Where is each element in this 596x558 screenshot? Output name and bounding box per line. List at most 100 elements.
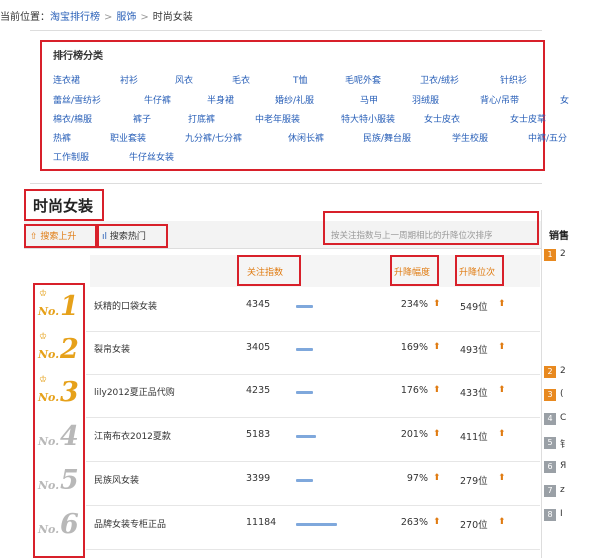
category-link[interactable]: 半身裙 <box>207 93 234 106</box>
product-name-link[interactable]: 品牌女装专柜正品 <box>94 517 166 530</box>
row-divider <box>86 331 540 332</box>
side-item-link[interactable]: 2 <box>560 366 566 376</box>
side-rank-badge: 2 <box>544 366 556 378</box>
category-link[interactable]: 毛呢外套 <box>345 73 381 86</box>
row-divider <box>86 374 540 375</box>
side-rank-badge: 3 <box>544 389 556 401</box>
category-link[interactable]: 牛仔裤 <box>144 93 171 106</box>
attention-bar <box>296 523 337 526</box>
category-link[interactable]: T恤 <box>293 73 308 86</box>
change-percent-value: 201% <box>400 429 428 440</box>
arrow-up-icon: ⬆ <box>433 517 441 527</box>
change-position-value: 433位 <box>460 388 488 399</box>
category-link[interactable]: 连衣裙 <box>53 73 80 86</box>
side-item-link[interactable]: ( <box>560 389 564 399</box>
attention-index-value: 11184 <box>246 517 277 528</box>
arrow-up-icon: ⬆ <box>498 342 506 352</box>
category-link[interactable]: 打底裤 <box>188 112 215 125</box>
breadcrumb: 当前位置：淘宝排行榜 > 服饰 > 时尚女装 <box>0 8 193 24</box>
row-divider <box>86 549 540 550</box>
breadcrumb-link-rankings[interactable]: 淘宝排行榜 <box>50 12 100 23</box>
side-item-link[interactable]: z <box>560 485 565 495</box>
arrow-up-icon: ⬆ <box>433 473 441 483</box>
bar-chart-icon: ıl <box>102 232 108 242</box>
category-link[interactable]: 学生校服 <box>452 131 488 144</box>
category-link[interactable]: 中老年服装 <box>255 112 300 125</box>
side-item-link[interactable]: 2 <box>560 249 566 259</box>
category-link[interactable]: 针织衫 <box>500 73 527 86</box>
breadcrumb-prefix: 当前位置： <box>0 12 50 23</box>
category-link[interactable]: 牛仔丝女装 <box>129 150 174 163</box>
side-rank-badge: 5 <box>544 437 556 449</box>
category-link[interactable]: 九分裤/七分裤 <box>185 131 242 144</box>
tab-search-hot[interactable]: ıl 搜索热门 <box>102 229 146 242</box>
product-name-link[interactable]: 妖精的口袋女装 <box>94 299 157 312</box>
arrow-up-icon: ⇧ <box>30 232 38 242</box>
page-title: 时尚女装 <box>33 197 94 215</box>
breadcrumb-separator: > <box>140 12 149 23</box>
attention-bar <box>296 435 316 438</box>
change-position-value: 549位 <box>460 302 488 313</box>
attention-index-value: 4345 <box>246 299 271 310</box>
side-rank-badge: 8 <box>544 509 556 521</box>
category-link[interactable]: 蕾丝/雪纺衫 <box>53 93 101 106</box>
category-link[interactable]: 休闲长裤 <box>288 131 324 144</box>
breadcrumb-link-apparel[interactable]: 服饰 <box>116 12 136 23</box>
side-item-link[interactable]: 钅 <box>560 437 569 450</box>
breadcrumb-separator: > <box>104 12 113 23</box>
category-link[interactable]: 特大特小服装 <box>341 112 395 125</box>
change-position-value: 279位 <box>460 476 488 487</box>
category-link[interactable]: 女士皮草 <box>510 112 546 125</box>
side-rank-badge: 4 <box>544 413 556 425</box>
category-link[interactable]: 热裤 <box>53 131 71 144</box>
side-item-link[interactable]: Я <box>560 461 566 471</box>
arrow-up-icon: ⬆ <box>498 385 506 395</box>
category-title: 排行榜分类 <box>53 51 103 62</box>
arrow-up-icon: ⬆ <box>498 299 506 309</box>
change-position-value: 411位 <box>460 432 488 443</box>
product-name-link[interactable]: 裂帛女装 <box>94 342 130 355</box>
side-rank-badge: 7 <box>544 485 556 497</box>
category-link[interactable]: 背心/吊带 <box>480 93 519 106</box>
column-header-highlight-box <box>455 255 504 286</box>
attention-bar <box>296 305 313 308</box>
attention-index-value: 3399 <box>246 473 271 484</box>
category-link[interactable]: 羽绒服 <box>412 93 439 106</box>
attention-index-value: 4235 <box>246 385 271 396</box>
sales-side-panel <box>541 210 596 558</box>
change-percent-value: 234% <box>400 299 428 310</box>
category-link[interactable]: 民族/舞台服 <box>363 131 411 144</box>
category-link[interactable]: 女士皮衣 <box>424 112 460 125</box>
side-item-link[interactable]: I <box>560 509 563 519</box>
category-link[interactable]: 卫衣/绒衫 <box>420 73 459 86</box>
tab-search-rising[interactable]: ⇧ 搜索上升 <box>30 229 76 242</box>
divider <box>30 183 542 184</box>
side-item-link[interactable]: C <box>560 413 566 423</box>
category-link[interactable]: 婚纱/礼服 <box>275 93 314 106</box>
category-link[interactable]: 衬衫 <box>120 73 138 86</box>
attention-index-value: 3405 <box>246 342 271 353</box>
category-link[interactable]: 女 <box>560 93 569 106</box>
category-link[interactable]: 棉衣/棉服 <box>53 112 92 125</box>
category-link[interactable]: 毛衣 <box>232 73 250 86</box>
product-name-link[interactable]: lily2012夏正品代购 <box>94 385 175 398</box>
category-link[interactable]: 工作制服 <box>53 150 89 163</box>
arrow-up-icon: ⬆ <box>498 429 506 439</box>
row-divider <box>86 505 540 506</box>
category-link[interactable]: 职业套装 <box>110 131 146 144</box>
tab-label: 搜索热门 <box>109 232 146 242</box>
change-percent-value: 169% <box>400 342 428 353</box>
change-position-value: 270位 <box>460 520 488 531</box>
product-name-link[interactable]: 民族风女装 <box>94 473 139 486</box>
product-name-link[interactable]: 江南布衣2012夏款 <box>94 429 171 442</box>
sort-note: 按关注指数与上一周期相比的升降位次排序 <box>331 231 493 241</box>
change-percent-value: 176% <box>400 385 428 396</box>
category-link[interactable]: 风衣 <box>175 73 193 86</box>
tab-label: 搜索上升 <box>40 232 77 242</box>
category-link[interactable]: 中裤/五分 <box>528 131 567 144</box>
category-link[interactable]: 裤子 <box>133 112 151 125</box>
category-link[interactable]: 马甲 <box>360 93 378 106</box>
side-rank-badge: 1 <box>544 249 556 261</box>
side-rank-badge: 6 <box>544 461 556 473</box>
attention-bar <box>296 391 313 394</box>
